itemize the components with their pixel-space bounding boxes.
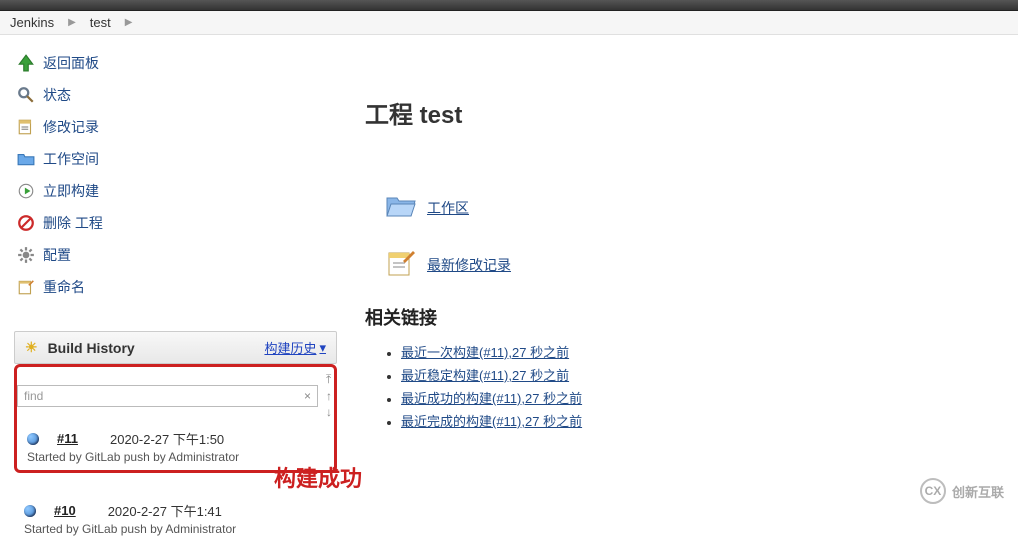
build-find-input[interactable]: find ×	[17, 385, 318, 407]
gear-icon	[17, 246, 35, 264]
chevron-right-icon: ▶	[125, 17, 133, 28]
sidebar-item-configure[interactable]: 配置	[14, 239, 337, 271]
sidebar-item-changes[interactable]: 修改记录	[14, 111, 337, 143]
sidebar-item-rename[interactable]: 重命名	[14, 271, 337, 303]
related-link[interactable]: 最近稳定构建(#11),27 秒之前	[401, 368, 569, 383]
recent-changes-row: 最新修改记录	[385, 247, 1018, 282]
folder-open-icon	[385, 190, 417, 225]
status-orb-blue-icon	[24, 505, 36, 517]
sidebar-item-label[interactable]: 配置	[43, 245, 71, 265]
sidebar-item-workspace[interactable]: 工作空间	[14, 143, 337, 175]
sidebar-item-label[interactable]: 修改记录	[43, 117, 99, 137]
arrow-top-icon[interactable]: ⤒	[326, 372, 332, 387]
watermark-icon: CX	[920, 478, 946, 504]
sidebar-item-label[interactable]: 返回面板	[43, 53, 99, 73]
sidebar-item-build-now[interactable]: 立即构建	[14, 175, 337, 207]
build-time: 2020-2-27 下午1:50	[110, 429, 224, 448]
breadcrumb-project[interactable]: test	[90, 15, 111, 30]
build-time: 2020-2-27 下午1:41	[108, 501, 222, 520]
sidebar-item-label[interactable]: 工作空间	[43, 149, 99, 169]
sidebar-item-label[interactable]: 删除 工程	[43, 213, 103, 233]
list-item: 最近稳定构建(#11),27 秒之前	[401, 365, 1018, 384]
sidebar-item-delete[interactable]: 删除 工程	[14, 207, 337, 239]
watermark: CX 创新互联	[920, 478, 1004, 504]
build-started-by: Started by GitLab push by Administrator	[14, 522, 337, 542]
breadcrumb: Jenkins ▶ test ▶	[0, 11, 1018, 35]
arrow-down-icon[interactable]: ↓	[326, 405, 332, 419]
up-arrow-icon	[17, 54, 35, 72]
status-orb-blue-icon	[27, 433, 39, 445]
folder-icon	[17, 150, 35, 168]
top-bar	[0, 0, 1018, 11]
arrow-up-icon[interactable]: ↑	[326, 389, 332, 403]
related-link[interactable]: 最近成功的构建(#11),27 秒之前	[401, 391, 582, 406]
highlight-box: find × ⤒ ↑ ↓ #11 2020-2-27 下午1:50	[14, 364, 337, 473]
list-item: 最近一次构建(#11),27 秒之前	[401, 342, 1018, 361]
build-history-header: ☀ Build History 构建历史 ▾	[14, 331, 337, 364]
recent-changes-link[interactable]: 最新修改记录	[427, 255, 511, 275]
trend-icon: ▾	[319, 340, 326, 356]
build-trend-link[interactable]: 构建历史 ▾	[264, 338, 326, 357]
related-links-heading: 相关链接	[365, 304, 1018, 330]
sidebar-item-label[interactable]: 状态	[43, 85, 71, 105]
sidebar: 返回面板 状态 修改记录 工作空间 立即构建	[0, 35, 345, 550]
build-history-panel: ☀ Build History 构建历史 ▾ find × ⤒ ↑	[14, 331, 337, 542]
sidebar-item-label[interactable]: 立即构建	[43, 181, 99, 201]
sun-icon: ☀	[25, 339, 38, 356]
build-history-title: Build History	[48, 340, 135, 356]
list-item: 最近成功的构建(#11),27 秒之前	[401, 388, 1018, 407]
sidebar-item-status[interactable]: 状态	[14, 79, 337, 111]
workspace-row: 工作区	[385, 190, 1018, 225]
notepad-pencil-icon	[385, 247, 417, 282]
build-nav-arrows[interactable]: ⤒ ↑ ↓	[324, 370, 334, 421]
related-link[interactable]: 最近完成的构建(#11),27 秒之前	[401, 414, 582, 429]
page-title: 工程 test	[365, 95, 1018, 130]
list-item: 最近完成的构建(#11),27 秒之前	[401, 411, 1018, 430]
notepad-icon	[17, 118, 35, 136]
magnifier-icon	[17, 86, 35, 104]
related-link[interactable]: 最近一次构建(#11),27 秒之前	[401, 345, 569, 360]
delete-icon	[17, 214, 35, 232]
related-links-list: 最近一次构建(#11),27 秒之前 最近稳定构建(#11),27 秒之前 最近…	[401, 342, 1018, 430]
rename-icon	[17, 278, 35, 296]
workspace-link[interactable]: 工作区	[427, 198, 469, 218]
build-row[interactable]: #11 2020-2-27 下午1:50	[17, 421, 334, 450]
sidebar-item-back[interactable]: 返回面板	[14, 47, 337, 79]
clear-icon[interactable]: ×	[304, 389, 311, 403]
chevron-right-icon: ▶	[68, 17, 76, 28]
annotation-label: 构建成功	[274, 461, 597, 493]
sidebar-item-label[interactable]: 重命名	[43, 277, 85, 297]
build-number-link[interactable]: #11	[57, 431, 78, 446]
clock-play-icon	[17, 182, 35, 200]
build-number-link[interactable]: #10	[54, 503, 76, 518]
breadcrumb-root[interactable]: Jenkins	[10, 15, 54, 30]
